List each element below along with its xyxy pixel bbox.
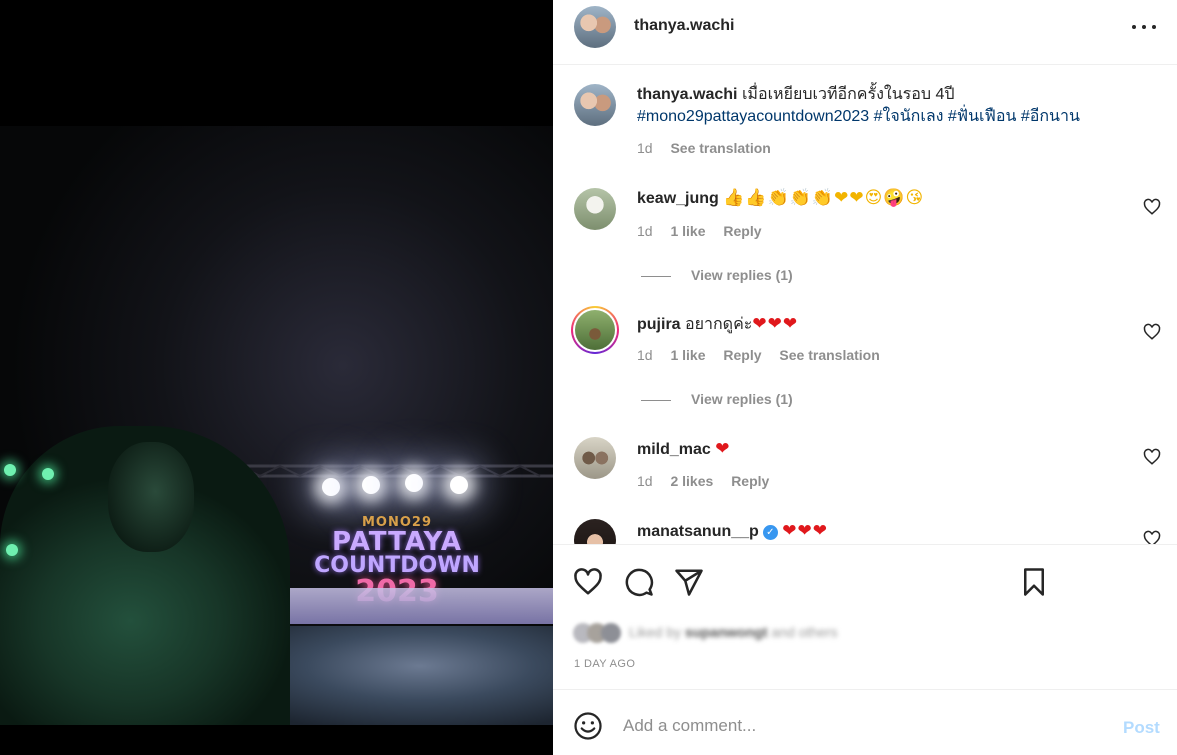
replies-divider xyxy=(641,275,671,277)
comment-username[interactable]: keaw_jung xyxy=(637,190,719,207)
heart-icon[interactable] xyxy=(573,567,603,597)
comment-username[interactable]: pujira xyxy=(637,316,681,333)
post-timestamp[interactable]: 1 DAY AGO xyxy=(574,658,635,670)
comment-likes[interactable]: 1 like xyxy=(670,223,705,239)
caption-meta: 1d See translation xyxy=(637,140,785,156)
story-ring[interactable] xyxy=(571,306,619,354)
author-avatar[interactable] xyxy=(574,6,616,48)
comment-meta: 1d 2 likes Reply xyxy=(637,473,783,489)
comment-username[interactable]: mild_mac xyxy=(637,441,711,458)
performer-head xyxy=(108,442,194,552)
reply-button[interactable]: Reply xyxy=(723,347,761,363)
liked-by-prefix: Liked by xyxy=(629,624,682,640)
comment-like-icon[interactable] xyxy=(1143,530,1161,544)
comment-like-icon[interactable] xyxy=(1143,448,1161,466)
liked-by-text: Liked by supanwongt and others xyxy=(629,624,838,640)
view-replies-label: View replies (1) xyxy=(691,391,793,407)
share-icon[interactable] xyxy=(674,567,704,597)
stage-lights xyxy=(300,466,500,506)
caption-time[interactable]: 1d xyxy=(637,140,653,156)
liked-by-user[interactable]: supanwongt xyxy=(685,624,767,640)
caption-avatar[interactable] xyxy=(574,84,616,126)
caption-see-translation[interactable]: See translation xyxy=(670,140,770,156)
comment-likes[interactable]: 2 likes xyxy=(670,473,713,489)
comment-like-icon[interactable] xyxy=(1143,198,1161,216)
view-replies-button[interactable]: View replies (1) xyxy=(641,391,793,407)
view-replies-button[interactable]: View replies (1) xyxy=(641,267,793,283)
caption-username[interactable]: thanya.wachi xyxy=(637,86,737,103)
comment-time[interactable]: 1d xyxy=(637,347,653,363)
comment-username[interactable]: manatsanun__p xyxy=(637,523,759,540)
add-comment-bar: Post xyxy=(553,689,1177,755)
caption-hashtags[interactable]: #mono29pattayacountdown2023 #ใจนักเลง #ฟ… xyxy=(637,108,1080,125)
post-photo[interactable]: MONO29 PATTAYA COUNTDOWN 2023 xyxy=(0,126,553,725)
replies-divider xyxy=(641,399,671,401)
reply-button[interactable]: Reply xyxy=(723,223,761,239)
reply-button[interactable]: Reply xyxy=(731,473,769,489)
post-side-panel: thanya.wachi thanya.wachi เมื่อเหยียบเวท… xyxy=(553,0,1177,755)
comment-avatar[interactable] xyxy=(574,519,616,544)
liked-by-suffix[interactable]: and others xyxy=(771,624,837,640)
view-replies-label: View replies (1) xyxy=(691,267,793,283)
green-light xyxy=(6,544,18,556)
post-button[interactable]: Post xyxy=(1123,718,1160,738)
comment-text: 👍👍👏👏👏❤❤😍🤪😘 xyxy=(723,188,925,208)
caption-text: เมื่อเหยียบเวทีอีกครั้งในรอบ 4ปี xyxy=(741,86,955,103)
bookmark-icon[interactable] xyxy=(1019,567,1049,597)
comment-emoji: ❤❤❤ xyxy=(752,314,799,334)
comment-likes[interactable]: 1 like xyxy=(670,347,705,363)
see-translation-button[interactable]: See translation xyxy=(779,347,879,363)
comment-meta: 1d 1 like Reply See translation xyxy=(637,347,894,363)
comment-avatar[interactable] xyxy=(575,310,615,350)
author-username[interactable]: thanya.wachi xyxy=(634,17,734,35)
comment-time[interactable]: 1d xyxy=(637,473,653,489)
comment-time[interactable]: 1d xyxy=(637,223,653,239)
liked-by[interactable]: Liked by supanwongt and others xyxy=(573,622,933,644)
comment-emoji: ❤ xyxy=(715,439,731,459)
post-media: MONO29 PATTAYA COUNTDOWN 2023 xyxy=(0,0,553,755)
comment-icon[interactable] xyxy=(624,567,654,597)
comments-list[interactable]: thanya.wachi เมื่อเหยียบเวทีอีกครั้งในรอ… xyxy=(553,66,1177,544)
screen-line-2: PATTAYA xyxy=(332,527,462,557)
comment-avatar[interactable] xyxy=(574,188,616,230)
emoji-icon[interactable] xyxy=(573,711,603,741)
more-options-icon[interactable] xyxy=(1130,16,1158,38)
post-header: thanya.wachi xyxy=(553,0,1177,65)
post-actions: Liked by supanwongt and others 1 DAY AGO xyxy=(553,544,1177,689)
comment-emoji: ❤❤❤ xyxy=(782,521,828,541)
green-light xyxy=(42,468,54,480)
comment-like-icon[interactable] xyxy=(1143,323,1161,341)
comment-meta: 1d 1 like Reply xyxy=(637,223,776,239)
green-light xyxy=(4,464,16,476)
comment-avatar[interactable] xyxy=(574,437,616,479)
verified-badge-icon: ✓ xyxy=(762,525,778,540)
comment-text: อยากดูค่ะ xyxy=(685,316,753,333)
comment-input[interactable] xyxy=(623,710,1093,742)
